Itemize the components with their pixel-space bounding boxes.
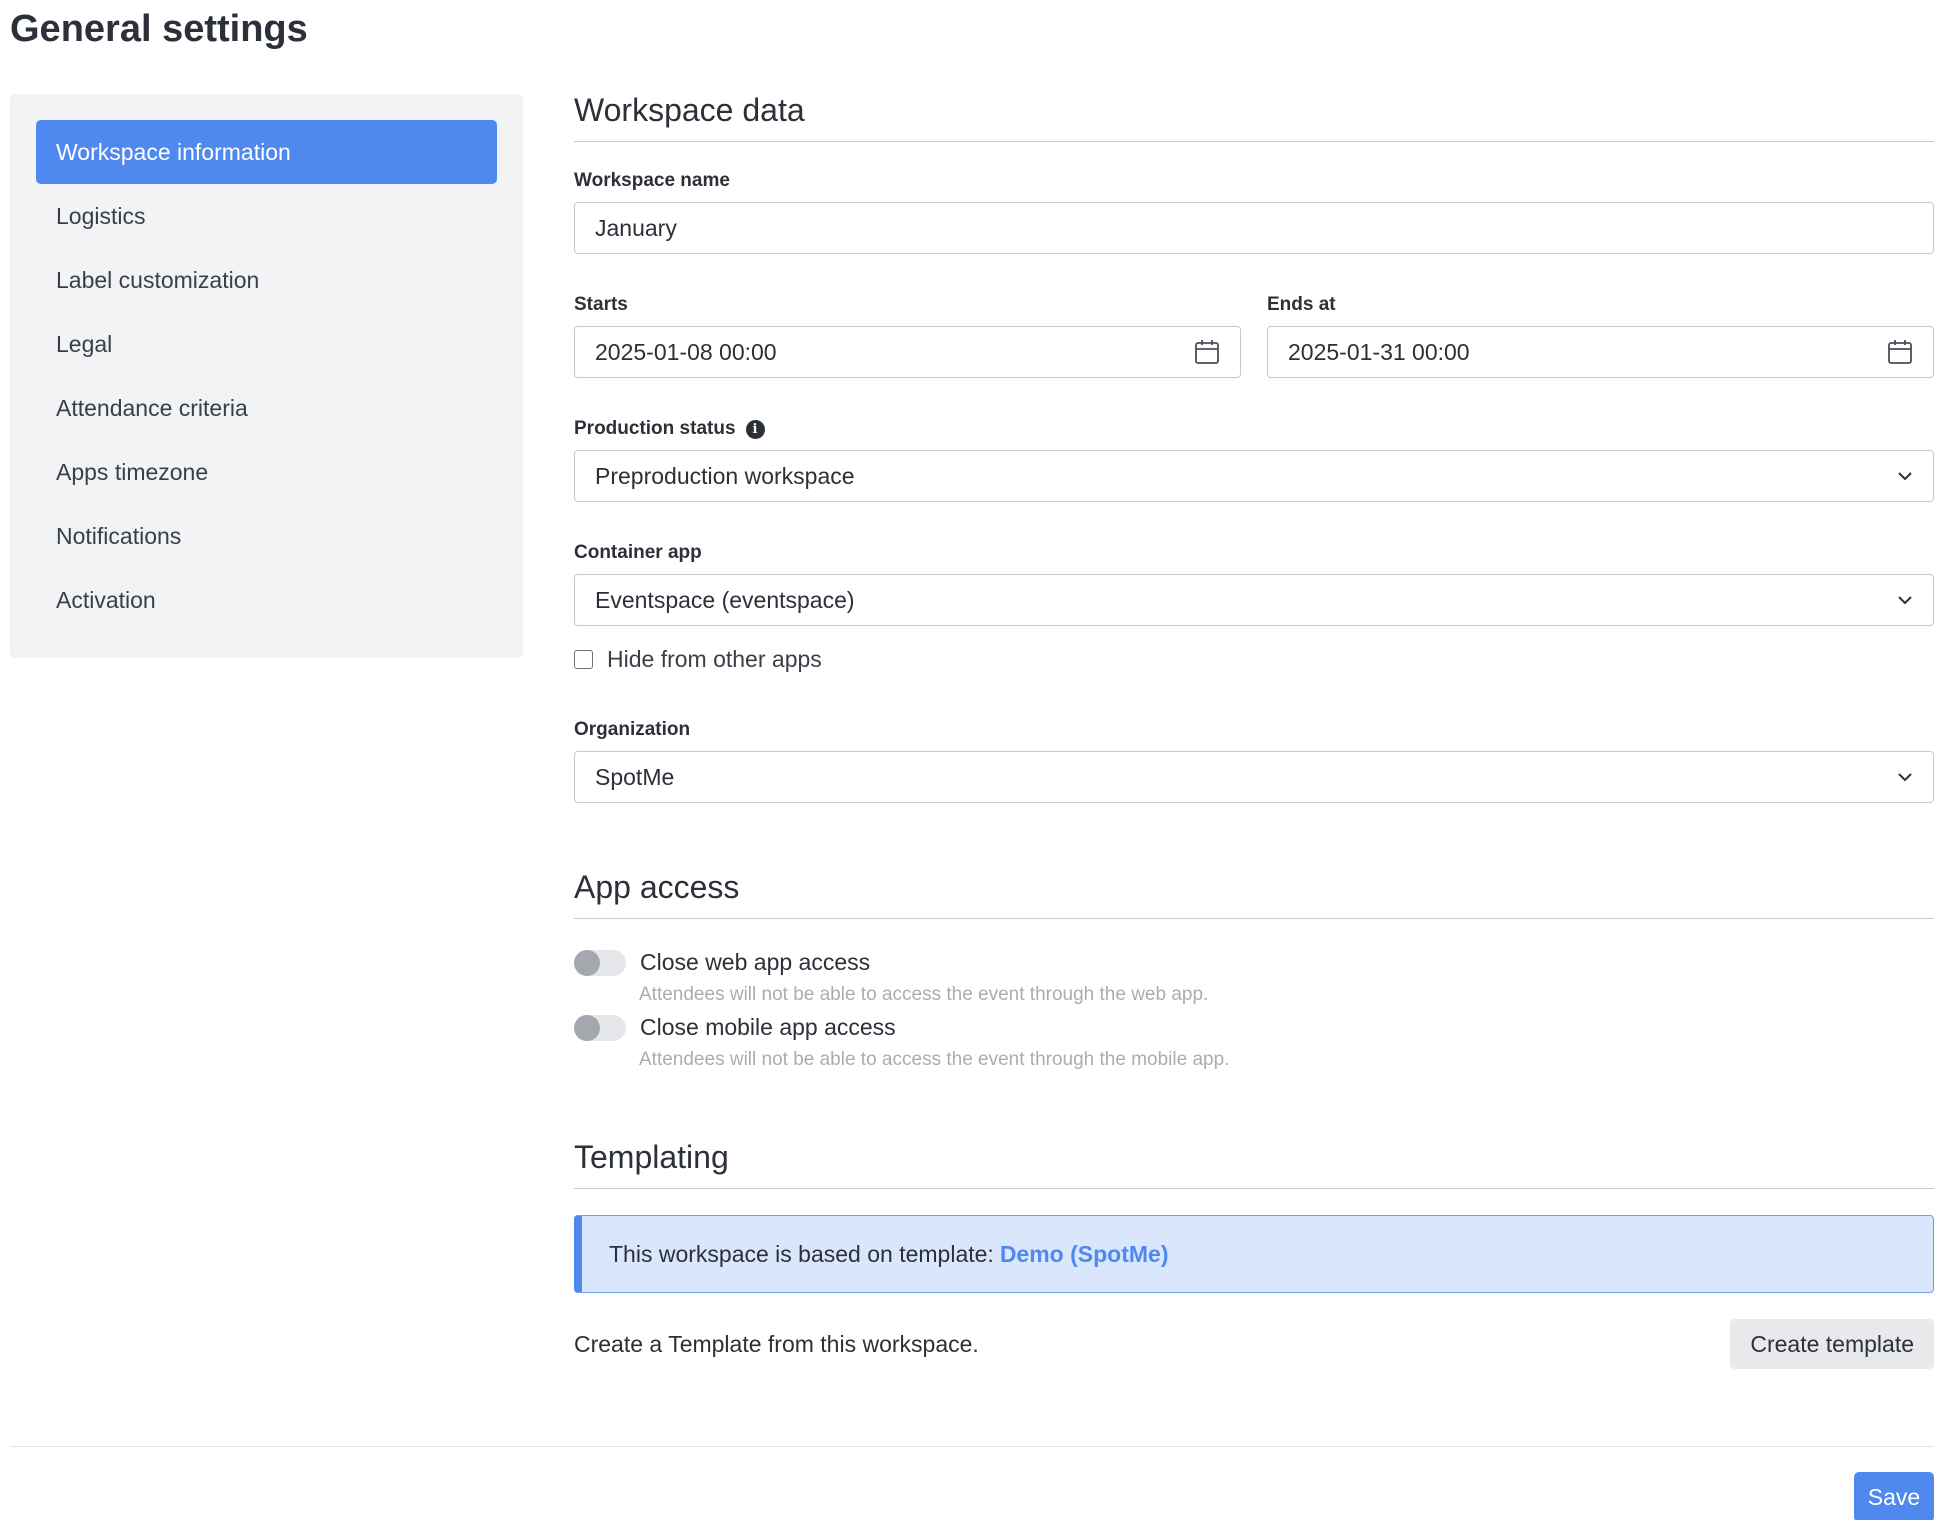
close-mobile-app-access-label: Close mobile app access: [640, 1014, 896, 1040]
sidebar-item-label-customization[interactable]: Label customization: [36, 248, 497, 312]
create-template-button[interactable]: Create template: [1730, 1319, 1934, 1369]
production-status-label-text: Production status: [574, 418, 736, 439]
sidebar-item-activation[interactable]: Activation: [36, 568, 497, 632]
chevron-down-icon: [1898, 596, 1912, 605]
container-app-select[interactable]: Eventspace (eventspace): [574, 574, 1934, 626]
toggle-knob: [574, 1014, 600, 1041]
toggle-knob: [574, 949, 600, 976]
close-web-app-access-row: Close web app access: [574, 949, 1934, 976]
sidebar-item-legal[interactable]: Legal: [36, 312, 497, 376]
container-app-value: Eventspace (eventspace): [595, 586, 855, 613]
create-template-row: Create a Template from this workspace. C…: [574, 1319, 1934, 1369]
calendar-icon[interactable]: [1887, 339, 1913, 365]
organization-select[interactable]: SpotMe: [574, 751, 1934, 803]
sidebar-item-apps-timezone[interactable]: Apps timezone: [36, 440, 497, 504]
app-access-heading: App access: [574, 869, 1934, 919]
footer-divider: [10, 1446, 1934, 1447]
ends-value: 2025-01-31 00:00: [1288, 338, 1470, 365]
starts-value: 2025-01-08 00:00: [595, 338, 777, 365]
chevron-down-icon: [1898, 773, 1912, 782]
ends-date-input[interactable]: 2025-01-31 00:00: [1267, 326, 1934, 378]
template-link[interactable]: Demo (SpotMe): [1000, 1241, 1169, 1268]
starts-label: Starts: [574, 294, 1241, 316]
settings-main: Workspace data Workspace name January St…: [574, 92, 1934, 1369]
hide-from-other-apps-label: Hide from other apps: [607, 646, 822, 672]
template-based-on-text: This workspace is based on template:: [609, 1240, 994, 1267]
settings-sidebar: Workspace information Logistics Label cu…: [10, 94, 523, 658]
hide-from-other-apps-checkbox[interactable]: [574, 650, 593, 669]
create-template-text: Create a Template from this workspace.: [574, 1330, 979, 1357]
starts-label-text: Starts: [574, 294, 628, 315]
templating-heading: Templating: [574, 1139, 1934, 1189]
container-app-label: Container app: [574, 542, 1934, 564]
close-web-app-access-hint: Attendees will not be able to access the…: [639, 984, 1209, 1005]
production-status-label: Production status i: [574, 418, 1934, 440]
page-title: General settings: [10, 8, 308, 50]
hide-from-other-apps-row[interactable]: Hide from other apps: [574, 646, 1934, 673]
sidebar-item-notifications[interactable]: Notifications: [36, 504, 497, 568]
workspace-name-value: January: [595, 214, 677, 241]
template-info-box: This workspace is based on template: Dem…: [574, 1215, 1934, 1293]
starts-date-input[interactable]: 2025-01-08 00:00: [574, 326, 1241, 378]
workspace-name-input[interactable]: January: [574, 202, 1934, 254]
calendar-icon[interactable]: [1194, 339, 1220, 365]
save-button[interactable]: Save: [1854, 1472, 1934, 1520]
ends-label-text: Ends at: [1267, 294, 1336, 315]
workspace-name-label-text: Workspace name: [574, 170, 730, 191]
organization-label-text: Organization: [574, 719, 691, 740]
close-mobile-app-access-hint: Attendees will not be able to access the…: [639, 1049, 1230, 1070]
close-mobile-app-access-toggle[interactable]: [574, 1014, 626, 1041]
info-icon[interactable]: i: [745, 419, 765, 439]
sidebar-item-attendance-criteria[interactable]: Attendance criteria: [36, 376, 497, 440]
organization-value: SpotMe: [595, 763, 675, 790]
production-status-value: Preproduction workspace: [595, 462, 855, 489]
settings-page: General settings Workspace information L…: [0, 0, 1946, 1520]
workspace-data-heading: Workspace data: [574, 92, 1934, 142]
close-web-app-access-label: Close web app access: [640, 949, 871, 975]
sidebar-item-workspace-information[interactable]: Workspace information: [36, 120, 497, 184]
chevron-down-icon: [1898, 472, 1912, 481]
close-mobile-app-access-row: Close mobile app access: [574, 1014, 1934, 1041]
workspace-name-label: Workspace name: [574, 170, 1934, 192]
organization-label: Organization: [574, 719, 1934, 741]
sidebar-item-logistics[interactable]: Logistics: [36, 184, 497, 248]
production-status-select[interactable]: Preproduction workspace: [574, 450, 1934, 502]
close-web-app-access-toggle[interactable]: [574, 949, 626, 976]
container-app-label-text: Container app: [574, 542, 702, 563]
ends-label: Ends at: [1267, 294, 1934, 316]
